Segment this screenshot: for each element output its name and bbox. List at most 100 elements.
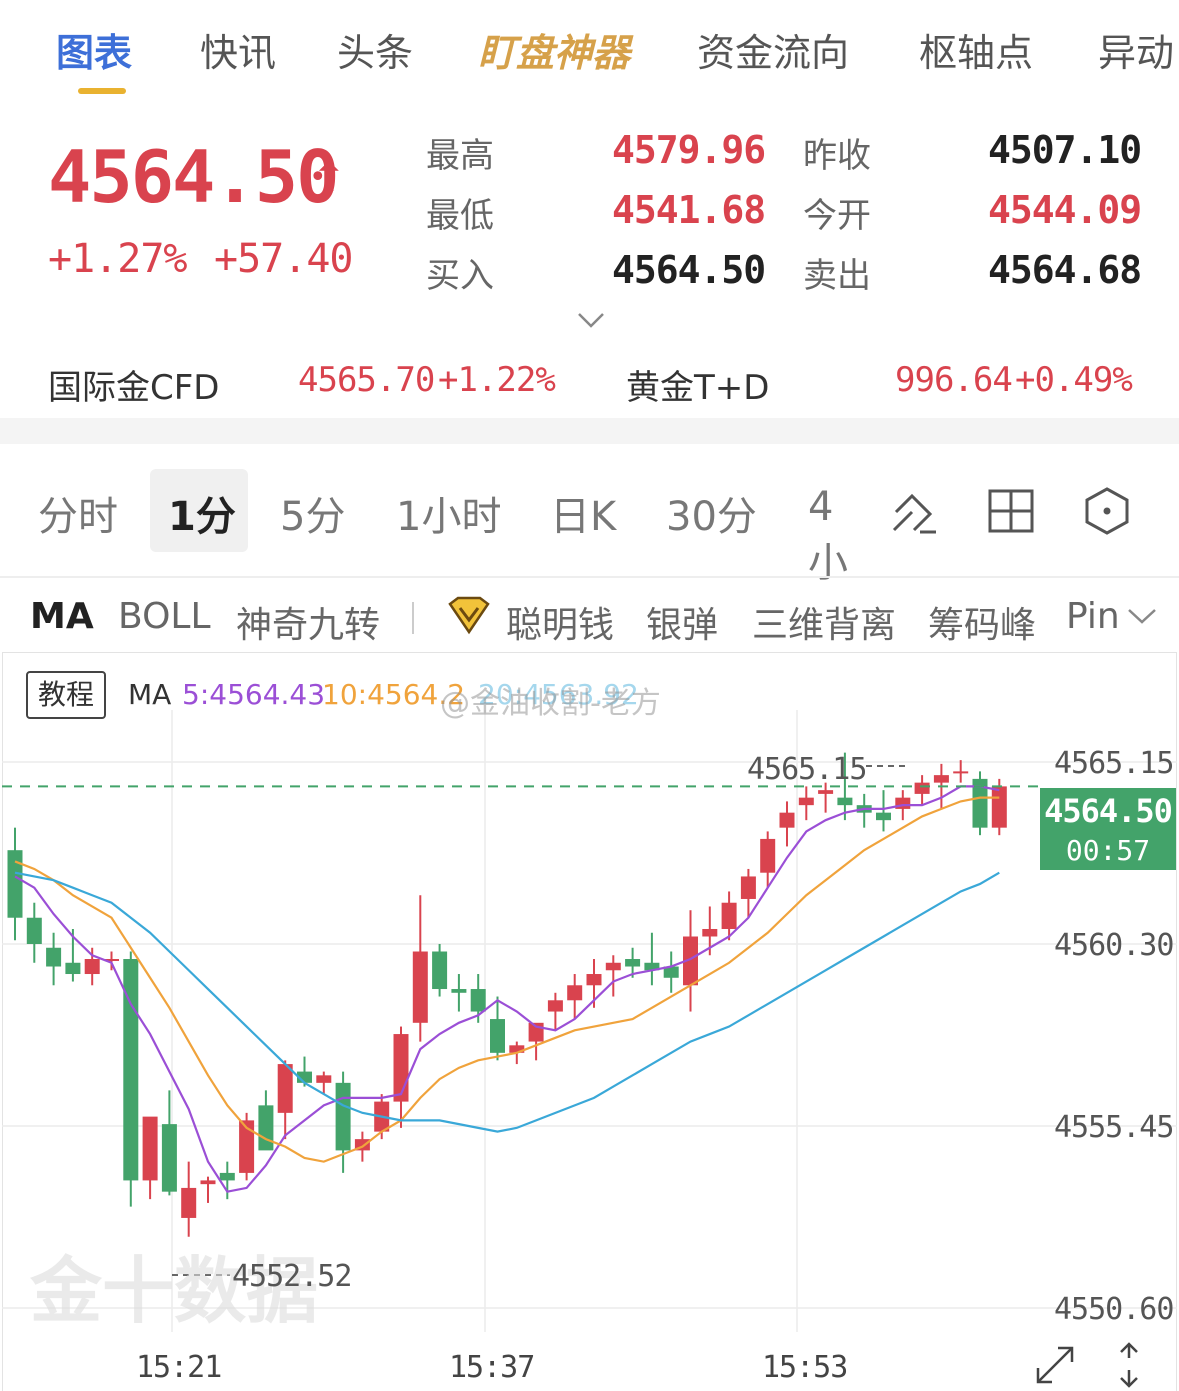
candle-body	[547, 1000, 563, 1012]
tab-chart[interactable]: 图表	[56, 22, 132, 77]
candle-body	[161, 1124, 177, 1192]
candle-body	[277, 1064, 293, 1113]
y-tick-label: 4560.30	[1054, 928, 1174, 963]
tab-pivot-points[interactable]: 枢轴点	[919, 22, 1033, 77]
top-nav: 图表 快讯 头条 盯盘神器 资金流向 枢轴点 异动	[0, 0, 1179, 100]
tf-5min[interactable]: 5分	[280, 484, 345, 542]
active-tab-indicator	[78, 88, 126, 94]
candle-body	[721, 902, 737, 929]
candle-body	[142, 1116, 158, 1181]
tab-flash-news[interactable]: 快讯	[200, 22, 276, 77]
current-price-tag: 4564.50 00:57	[1040, 788, 1176, 870]
candle-body	[837, 797, 853, 806]
tf-4hour[interactable]: 4小	[808, 484, 860, 588]
candle-body	[933, 775, 949, 783]
candle-body	[316, 1075, 332, 1083]
tf-30min[interactable]: 30分	[666, 484, 757, 542]
candle-body	[470, 989, 486, 1012]
candle-body	[798, 797, 814, 806]
x-tick-label: 15:21	[136, 1350, 222, 1385]
vertical-scale-icon[interactable]	[1112, 1340, 1146, 1390]
candle-body	[605, 962, 621, 971]
ma-line-ma10	[14, 796, 1000, 1163]
ma-legend-label: MA	[128, 678, 172, 711]
candle-body	[181, 1187, 197, 1218]
ind-pin[interactable]: Pin	[1066, 596, 1122, 637]
layout-grid-icon[interactable]	[986, 486, 1036, 536]
candle-body	[46, 947, 62, 967]
tf-daily[interactable]: 日K	[550, 484, 616, 542]
y-tick-label: 4565.15	[1054, 746, 1174, 781]
low-value: 4541.68	[612, 188, 766, 232]
prev-close-label: 昨收	[803, 136, 871, 176]
candle-body	[451, 989, 467, 993]
candle-body	[876, 812, 891, 821]
change-amount: +57.40	[214, 236, 353, 282]
ind-chip-peak[interactable]: 筹码峰	[928, 596, 1036, 648]
candle-body	[200, 1180, 216, 1185]
x-tick-label: 15:37	[449, 1350, 535, 1385]
related-pct-cfd: +1.22%	[438, 360, 556, 400]
candle-body	[586, 974, 602, 986]
ind-silver-bullet[interactable]: 银弹	[646, 596, 718, 648]
ma5-legend: 5:4564.43	[182, 678, 326, 711]
tutorial-button[interactable]: 教程	[26, 671, 106, 719]
candle-body	[991, 786, 1007, 828]
related-name-td[interactable]: 黄金T+D	[626, 360, 769, 409]
y-tick-label: 4555.45	[1054, 1110, 1174, 1145]
draw-tool-icon[interactable]	[890, 486, 940, 536]
current-price-tag-value: 4564.50	[1044, 792, 1173, 830]
candle-body	[412, 951, 428, 1023]
candle-body	[818, 790, 834, 794]
candle-body	[953, 771, 969, 774]
candle-body	[7, 850, 23, 918]
candle-body	[625, 959, 641, 967]
tf-1min[interactable]: 1分	[168, 484, 236, 542]
y-tick-label: 4550.60	[1054, 1292, 1174, 1327]
settings-hexagon-icon[interactable]	[1082, 486, 1132, 536]
candle-body	[779, 812, 795, 828]
low-label: 最低	[426, 196, 494, 236]
ind-smart-money[interactable]: 聪明钱	[506, 596, 614, 648]
ask-label: 卖出	[803, 256, 871, 296]
ind-magic-nine[interactable]: 神奇九转	[236, 596, 380, 648]
ind-boll[interactable]: BOLL	[118, 596, 211, 637]
ind-ma[interactable]: MA	[30, 596, 94, 637]
related-name-cfd[interactable]: 国际金CFD	[48, 360, 219, 409]
divider	[0, 576, 1179, 578]
ask-value: 4564.68	[988, 248, 1142, 292]
chevron-down-icon[interactable]	[576, 310, 606, 330]
tab-fund-flow[interactable]: 资金流向	[697, 22, 849, 77]
candle-body	[26, 917, 42, 944]
bid-label: 买入	[426, 256, 494, 296]
section-gap	[0, 418, 1179, 444]
related-pct-td: +0.49%	[1015, 360, 1133, 400]
candle-countdown: 00:57	[1065, 834, 1151, 867]
indicator-separator	[412, 602, 414, 634]
open-value: 4544.09	[988, 188, 1142, 232]
candle-body	[219, 1172, 235, 1181]
diamond-icon	[448, 596, 490, 635]
candle-body	[914, 782, 930, 794]
bid-value: 4564.50	[612, 248, 766, 292]
low-mark-label: 4552.52	[232, 1259, 352, 1294]
prev-close-value: 4507.10	[988, 128, 1142, 172]
related-price-cfd: 4565.70	[298, 360, 435, 400]
candle-body	[567, 985, 583, 1001]
tab-watch-tool[interactable]: 盯盘神器	[478, 22, 630, 77]
tf-intraday[interactable]: 分时	[38, 484, 118, 542]
ind-divergence[interactable]: 三维背离	[752, 596, 896, 648]
high-label: 最高	[426, 136, 494, 176]
tab-headlines[interactable]: 头条	[337, 22, 413, 77]
high-value: 4579.96	[612, 128, 766, 172]
related-price-td: 996.64	[895, 360, 1013, 400]
candle-body	[490, 1019, 505, 1053]
fullscreen-expand-icon[interactable]	[1032, 1342, 1078, 1388]
indicator-more-chevron-icon[interactable]	[1126, 606, 1158, 626]
high-mark-label: 4565.15	[747, 752, 867, 787]
change-percent: +1.27%	[48, 236, 187, 282]
x-tick-label: 15:53	[762, 1350, 848, 1385]
tf-1hour[interactable]: 1小时	[396, 484, 501, 542]
candle-body	[84, 959, 100, 975]
tab-anomaly[interactable]: 异动	[1098, 22, 1174, 77]
